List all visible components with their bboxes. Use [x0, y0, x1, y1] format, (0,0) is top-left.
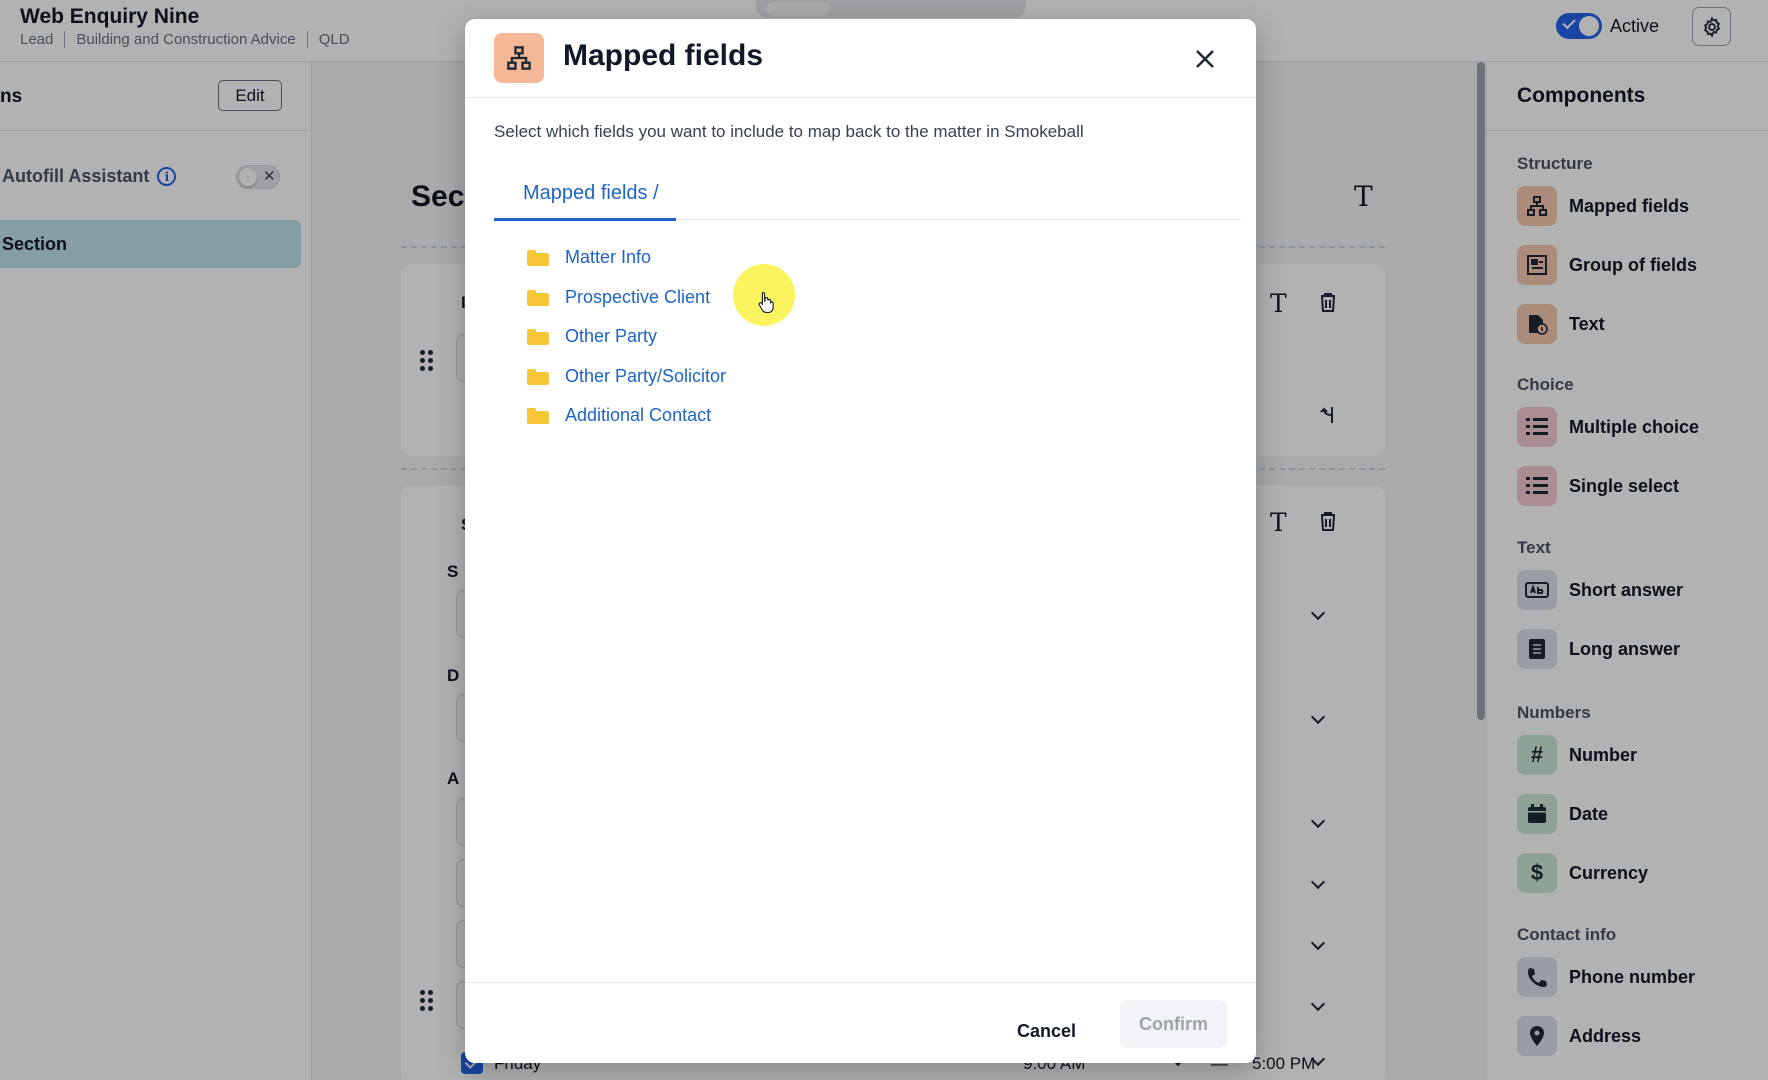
cancel-button[interactable]: Cancel: [999, 1009, 1094, 1053]
folder-item-prospective-client[interactable]: Prospective Client: [527, 287, 710, 308]
folder-item-additional-contact[interactable]: Additional Contact: [527, 405, 711, 426]
folder-label: Matter Info: [565, 247, 652, 267]
folder-label: Prospective Client: [565, 287, 711, 307]
folder-label: Additional Contact: [565, 405, 712, 425]
hand-cursor-icon: [758, 291, 774, 313]
dialog-description: Select which fields you want to include …: [494, 122, 1084, 141]
folder-icon: [527, 249, 549, 266]
active-tab-indicator: [494, 218, 676, 221]
folder-item-matter-info[interactable]: Matter Info: [527, 247, 651, 268]
folder-item-other-party-solicitor[interactable]: Other Party/Solicitor: [527, 366, 726, 387]
folder-icon: [527, 328, 549, 345]
close-icon: [1196, 50, 1214, 68]
folder-icon: [527, 289, 549, 306]
confirm-button[interactable]: Confirm: [1120, 1000, 1227, 1048]
folder-label: Other Party/Solicitor: [565, 366, 727, 386]
folder-icon: [527, 368, 549, 385]
tab-mapped-fields[interactable]: Mapped fields /: [523, 182, 659, 205]
folder-icon: [527, 407, 549, 424]
divider: [465, 982, 1256, 983]
folder-item-other-party[interactable]: Other Party: [527, 326, 657, 347]
mapped-fields-dialog: Mapped fields Select which fields you wa…: [465, 19, 1256, 1063]
close-button[interactable]: [1185, 39, 1225, 79]
folder-label: Other Party: [565, 326, 658, 346]
divider: [465, 97, 1256, 98]
dialog-title: Mapped fields: [563, 39, 764, 72]
sitemap-icon: [494, 33, 544, 83]
